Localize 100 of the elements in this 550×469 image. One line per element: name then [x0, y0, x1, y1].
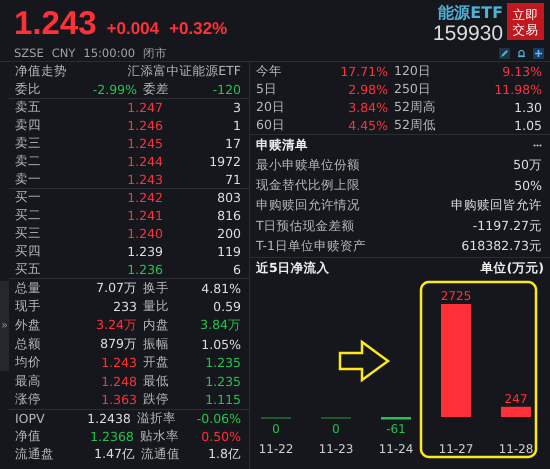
field-label: 溢折率 — [136, 410, 177, 428]
order-price: 1.246 — [126, 118, 163, 134]
field-value: 9.13% — [501, 64, 542, 78]
field-label: 量比 — [143, 298, 170, 316]
field-value: 1.235 — [204, 374, 241, 389]
field-label: 5日 — [256, 80, 278, 98]
order-price: 1.239 — [126, 244, 163, 259]
axis-date-label: 11-27 — [438, 442, 474, 456]
section-title: 申赎清单 — [256, 136, 308, 154]
field-value: 1.115 — [204, 392, 241, 408]
bar-value-label: 0 — [332, 422, 340, 436]
field-value: 11.98% — [493, 82, 542, 96]
unit-label: 单位(万元) — [480, 260, 544, 278]
plus-icon[interactable] — [533, 48, 544, 59]
exchange-label: SZSE — [14, 46, 44, 61]
field-label: 流通盘 — [15, 446, 55, 463]
field-value: 1.2368 — [89, 429, 134, 444]
pencil-icon[interactable] — [499, 48, 510, 59]
field-value: 1.8亿 — [207, 446, 241, 463]
order-level-label: 卖四 — [15, 117, 42, 134]
order-level-label: 卖一 — [15, 170, 42, 188]
field-label: 净值 — [15, 428, 42, 446]
order-volume: 1 — [232, 118, 241, 134]
axis-date-label: 11-24 — [378, 442, 414, 456]
order-level-label: 卖二 — [15, 152, 42, 170]
field-value: 4.45% — [347, 118, 388, 132]
order-price: 1.240 — [126, 226, 163, 241]
axis-date-label: 11-28 — [498, 442, 534, 456]
field-value: 申购赎回皆允许 — [450, 197, 542, 214]
order-volume: 119 — [216, 244, 241, 259]
field-value: -1197.27元 — [472, 218, 542, 235]
currency-label: CNY — [52, 46, 76, 61]
percent-change: +0.32% — [169, 19, 228, 39]
field-value: 1.243 — [100, 355, 137, 370]
bar — [501, 406, 531, 417]
field-value: 618382.73元 — [460, 238, 542, 256]
field-label: 开盘 — [143, 354, 170, 372]
field-label: 委差 — [143, 80, 169, 98]
field-label: 外盘 — [15, 316, 42, 334]
field-value: 1.235 — [204, 355, 241, 370]
field-value: 879万 — [99, 336, 137, 353]
chart-link[interactable]: 净值走势 — [15, 62, 67, 80]
field-value: 3.84万 — [199, 316, 241, 334]
order-price: 1.243 — [126, 172, 163, 187]
order-level-label: 卖三 — [15, 134, 42, 152]
field-value: 1.05% — [200, 336, 241, 352]
bell-icon[interactable] — [516, 48, 527, 59]
field-label: 最高 — [15, 372, 42, 390]
field-label: 52周低 — [394, 116, 437, 134]
order-level-label: 买一 — [15, 189, 42, 206]
bar — [321, 416, 351, 419]
field-value: -2.99% — [92, 82, 137, 96]
field-label: 换手 — [143, 280, 170, 297]
order-volume: 803 — [216, 190, 241, 206]
field-label: 申购赎回允许情况 — [256, 197, 360, 214]
order-volume: 71 — [224, 172, 241, 187]
field-value: -120 — [212, 82, 241, 96]
order-volume: 6 — [232, 262, 241, 277]
bar-value-label: 0 — [272, 422, 280, 436]
order-level-label: 买五 — [15, 260, 42, 278]
field-value: 3.84% — [347, 100, 388, 114]
field-label: 最小申赎单位份额 — [256, 156, 360, 174]
field-value: 50% — [513, 178, 542, 194]
field-label: 总额 — [15, 336, 42, 353]
order-volume: 3 — [232, 100, 241, 116]
field-value: 17.71% — [339, 64, 388, 78]
axis-date-label: 11-23 — [318, 442, 354, 456]
order-level-label: 卖五 — [15, 99, 42, 116]
trade-button[interactable]: 立即 交易 — [507, 3, 544, 40]
order-volume: 1972 — [208, 154, 241, 169]
field-value: 0.50% — [201, 429, 242, 444]
arrow-drawing — [338, 340, 390, 382]
more-icon[interactable] — [533, 144, 542, 146]
field-label: 现金替代比例上限 — [256, 177, 360, 194]
expand-panel-button[interactable]: » — [0, 280, 9, 370]
order-price: 1.244 — [126, 154, 163, 169]
field-label: 委比 — [15, 80, 42, 98]
price-change: +0.004 — [106, 19, 160, 39]
field-label: 现手 — [15, 298, 42, 316]
field-value: 2.98% — [347, 82, 388, 96]
order-volume: 17 — [224, 136, 241, 151]
field-label: 均价 — [15, 354, 42, 372]
field-value: 233 — [112, 299, 137, 314]
field-label: IOPV — [15, 411, 46, 426]
order-price: 1.245 — [126, 136, 163, 151]
order-price: 1.247 — [126, 100, 163, 116]
axis-date-label: 11-22 — [258, 442, 294, 456]
field-value: 3.24万 — [95, 316, 137, 334]
field-label: 今年 — [256, 62, 283, 80]
order-level-label: 买二 — [15, 207, 42, 224]
field-value: 7.07万 — [95, 280, 137, 297]
field-value: 0.59 — [212, 299, 241, 314]
field-label: 52周高 — [394, 98, 437, 116]
market-status: 闭市 — [143, 46, 168, 61]
order-level-label: 买三 — [15, 224, 42, 242]
last-price: 1.243 — [14, 6, 97, 40]
field-label: 250日 — [394, 80, 432, 98]
field-label: 总量 — [15, 280, 42, 297]
field-value: 4.81% — [200, 280, 241, 296]
bar-value-label: -61 — [386, 422, 406, 436]
